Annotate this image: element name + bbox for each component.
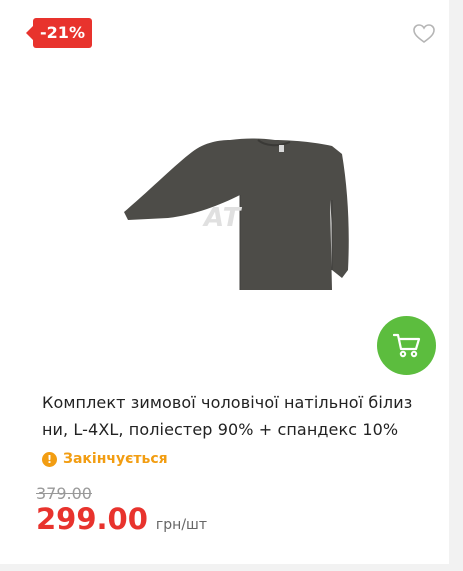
stock-status-label: Закінчується [63, 451, 168, 467]
exclamation-icon: ! [42, 451, 57, 467]
discount-badge: -21% [26, 18, 92, 48]
current-price: 299.00 [36, 502, 148, 536]
cart-icon [393, 333, 421, 358]
product-title-line[interactable]: ни, L-4XL, поліестер 90% + спандекс 10% [42, 416, 442, 443]
product-title-line[interactable]: Комплект зимової чоловічої натільної біл… [42, 389, 442, 416]
product-title[interactable]: Комплект зимової чоловічої натільної біл… [42, 389, 442, 443]
heart-icon[interactable] [413, 24, 435, 44]
watermark-logo: AT [204, 203, 242, 233]
old-price: 379.00 [36, 484, 92, 503]
price-row: 299.00 грн/шт [36, 502, 207, 536]
add-to-cart-button[interactable] [377, 316, 436, 375]
stock-status: ! Закінчується [42, 450, 168, 468]
price-unit: грн/шт [155, 517, 207, 533]
